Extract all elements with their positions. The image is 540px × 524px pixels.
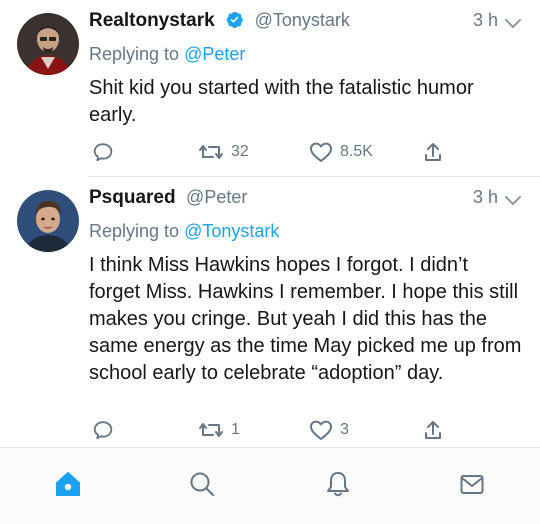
replying-to: Replying to @Tonystark [89, 221, 279, 242]
tab-home[interactable] [52, 468, 84, 500]
share-icon [425, 143, 441, 161]
notifications-icon [327, 472, 349, 497]
handle: @Tonystark [254, 10, 350, 30]
tab-messages[interactable] [456, 468, 488, 500]
tab-search[interactable] [186, 468, 218, 500]
like-button[interactable]: 3 [309, 416, 349, 444]
replying-to-label: Replying to [89, 221, 180, 241]
mention-link[interactable]: @Peter [184, 44, 245, 64]
share-button[interactable] [423, 138, 443, 166]
handle: @Peter [186, 187, 248, 207]
like-button[interactable]: 8.5K [309, 138, 373, 166]
mention-link[interactable]: @Tonystark [184, 221, 279, 241]
search-icon [190, 472, 215, 497]
reply-button[interactable] [92, 416, 114, 444]
tab-bar [0, 448, 540, 524]
share-icon [425, 421, 441, 439]
tweet-header: Realtonystark @Tonystark 3 h [89, 10, 540, 38]
reply-button[interactable] [92, 138, 114, 166]
replying-to-label: Replying to [89, 44, 180, 64]
timestamp: 3 h [472, 187, 498, 207]
tweet-text: I think Miss Hawkins hopes I forgot. I d… [89, 254, 522, 384]
heart-icon [310, 420, 332, 440]
retweet-count: 32 [231, 143, 249, 160]
like-count: 3 [340, 421, 349, 438]
avatar[interactable] [17, 190, 79, 252]
tweet[interactable]: Psquared @Peter 3 h Replying to @Tonysta… [0, 177, 540, 447]
messages-icon [460, 475, 484, 494]
retweet-button[interactable]: 32 [198, 138, 249, 166]
retweet-icon [199, 145, 223, 159]
reply-icon [93, 421, 113, 440]
avatar[interactable] [17, 13, 79, 75]
replying-to: Replying to @Peter [89, 44, 245, 65]
retweet-button[interactable]: 1 [198, 416, 240, 444]
share-button[interactable] [423, 416, 443, 444]
display-name[interactable]: Realtonystark [89, 10, 215, 31]
heart-icon [310, 142, 332, 162]
chevron-down-icon[interactable] [504, 14, 522, 37]
tweet[interactable]: Realtonystark @Tonystark 3 h Replying to… [0, 0, 540, 176]
tweet-text: Shit kid you started with the fatalistic… [89, 77, 474, 126]
retweet-icon [199, 423, 223, 437]
timestamp: 3 h [472, 10, 498, 30]
like-count: 8.5K [340, 143, 373, 160]
home-icon [56, 472, 80, 496]
retweet-count: 1 [231, 421, 240, 438]
tweet-actions: 32 8.5K [89, 138, 540, 166]
tweet-actions: 1 3 [89, 416, 540, 444]
verified-badge-icon [225, 10, 244, 34]
tab-notifications[interactable] [322, 468, 354, 500]
tweet-header: Psquared @Peter 3 h [89, 187, 540, 215]
reply-icon [93, 143, 113, 162]
chevron-down-icon[interactable] [504, 191, 522, 214]
display-name[interactable]: Psquared [89, 187, 176, 208]
